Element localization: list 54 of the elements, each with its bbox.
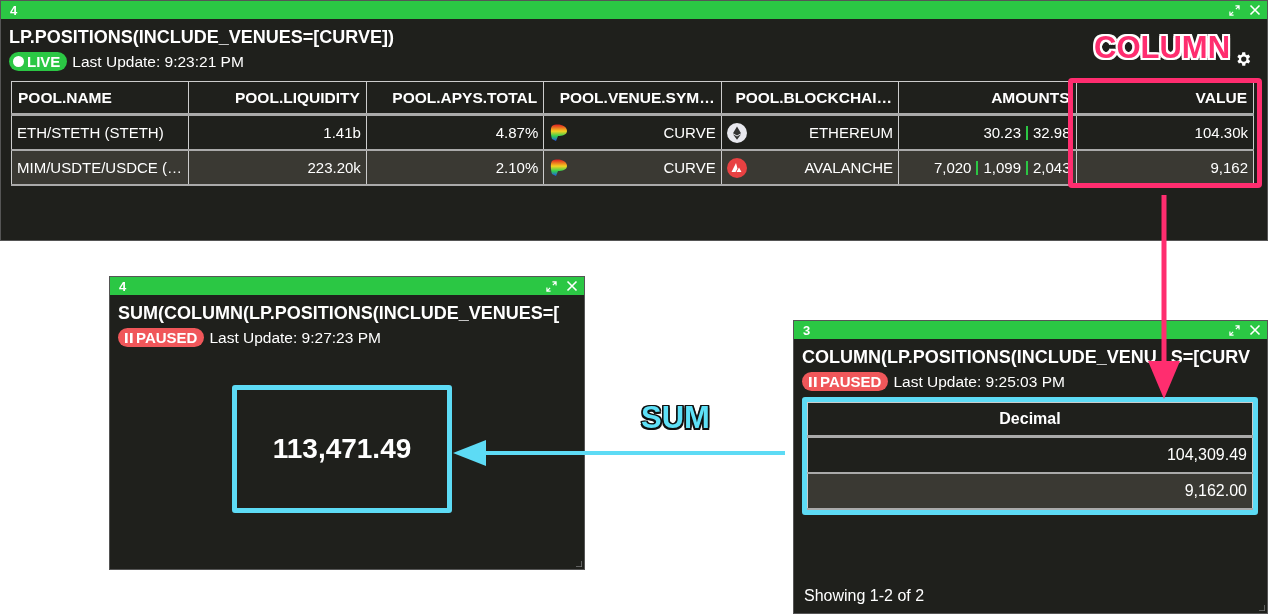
query-title: SUM(COLUMN(LP.POSITIONS(INCLUDE_VENUES=[ [118, 303, 560, 324]
table-cell: MIM/USDTE/USDCE (… [11, 150, 189, 185]
cell-text: AVALANCHE [804, 159, 894, 176]
window-number: 4 [10, 2, 18, 18]
amount-text: 30.23 [983, 124, 1021, 141]
row-count-text: Showing 1-2 of 2 [803, 587, 926, 606]
query-title: COLUMN(LP.POSITIONS(INCLUDE_VENU [802, 347, 1157, 368]
expand-icon[interactable] [546, 280, 557, 292]
rainbow-logo-icon [549, 123, 570, 142]
column-header[interactable]: VALUE [1076, 81, 1254, 115]
resize-grip-icon[interactable] [576, 561, 582, 567]
status-badge: PAUSED [118, 328, 205, 347]
cell-text: ETHEREUM [808, 124, 894, 141]
column-header[interactable]: AMOUNTS [898, 81, 1077, 115]
column-header[interactable]: POOL.VENUE.SYM… [543, 81, 722, 115]
window-number: 4 [119, 278, 127, 294]
amount-text: 1,099 [983, 159, 1021, 176]
table-cell: 9,162.00 [807, 473, 1253, 509]
triangle-logo-icon [726, 157, 747, 178]
rainbow-logo-icon [549, 158, 570, 177]
column-header[interactable]: POOL.LIQUIDITY [188, 81, 367, 115]
separator-bar [976, 161, 979, 175]
ethereum-icon [726, 122, 747, 143]
status-badge: LIVE [9, 52, 68, 71]
dot-icon [13, 56, 24, 67]
amount-text: 7,020 [933, 159, 972, 176]
close-icon[interactable] [1249, 324, 1261, 336]
cell-text: CURVE [663, 159, 716, 176]
cell-text: CURVE [663, 124, 716, 141]
column-header[interactable]: Decimal [807, 402, 1253, 437]
sum-value: 113,471.49 [272, 433, 412, 465]
resize-grip-icon[interactable] [1259, 605, 1265, 611]
separator-bar [1026, 161, 1028, 175]
table-cell: 223.20k [188, 150, 367, 185]
column-header[interactable]: POOL.APYS.TOTAL [366, 81, 544, 115]
expand-icon[interactable] [1229, 4, 1240, 16]
annotation-label: SUM [641, 400, 710, 436]
column-header[interactable]: POOL.NAME [11, 81, 189, 115]
status-badge: PAUSED [802, 372, 889, 391]
pause-icon [809, 376, 817, 387]
window-number: 3 [803, 322, 811, 338]
close-icon[interactable] [566, 280, 578, 292]
last-update-text: Last Update: 9:25:03 PM [893, 372, 1065, 391]
query-title: LP.POSITIONS(INCLUDE_VENUES=[CURVE]) [9, 27, 394, 48]
annotation-label: COLUMN [1094, 30, 1231, 66]
expand-icon[interactable] [1229, 324, 1240, 336]
last-update-text: Last Update: 9:23:21 PM [72, 52, 244, 71]
pause-icon [125, 332, 133, 343]
query-title: S=[CURV [1170, 347, 1250, 368]
last-update-text: Last Update: 9:27:23 PM [209, 328, 381, 347]
separator-bar [1026, 126, 1028, 140]
close-icon[interactable] [1249, 4, 1261, 16]
table-cell: 2.10% [366, 150, 544, 185]
column-header[interactable]: POOL.BLOCKCHAI… [721, 81, 899, 115]
